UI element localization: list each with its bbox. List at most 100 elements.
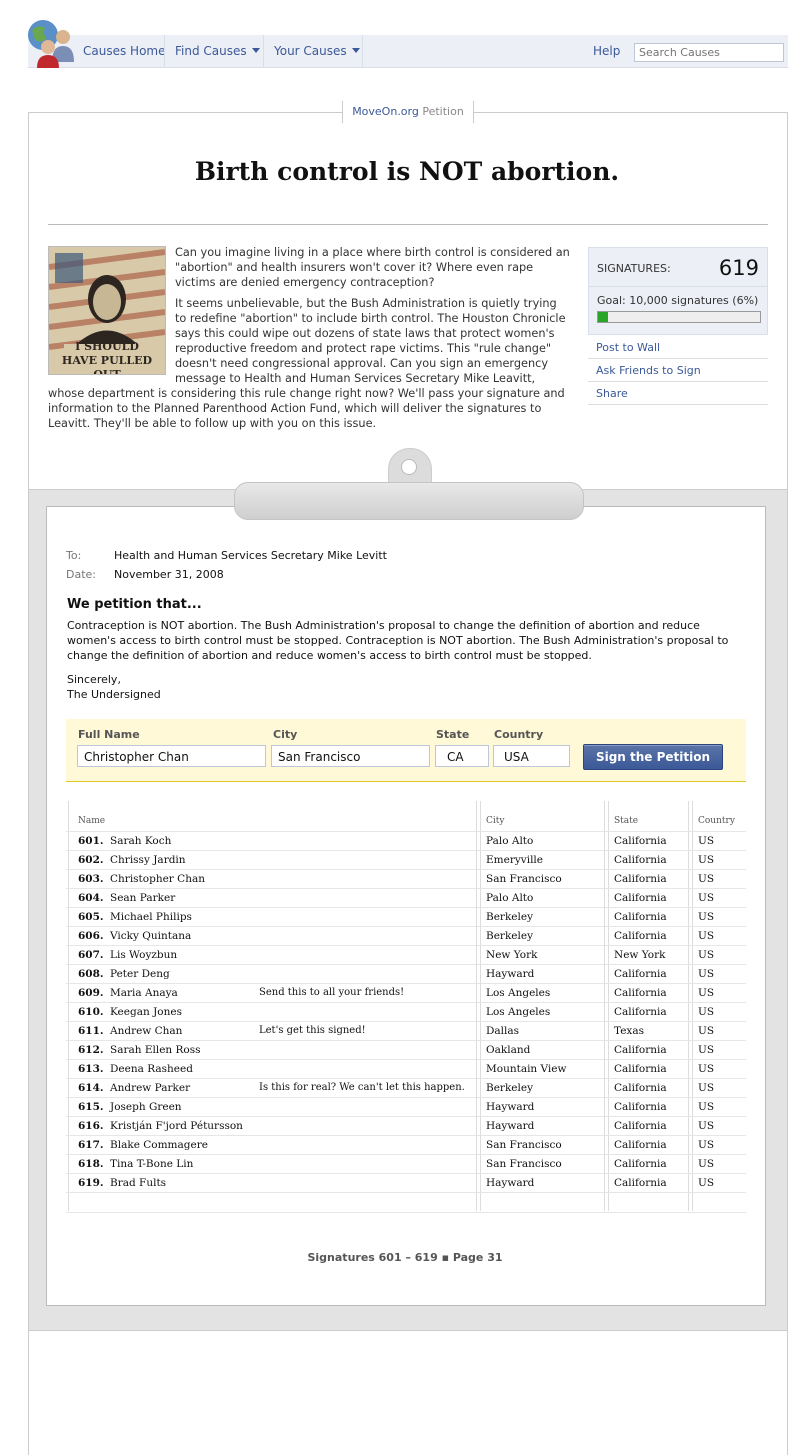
signer-number: 603. [78,873,104,885]
signer-name: Christopher Chan [110,873,205,885]
signer-state: California [614,873,667,885]
signer-number: 606. [78,930,104,942]
signer-state: California [614,911,667,923]
signer-country: US [698,1177,715,1189]
signer-name: Blake Commagere [110,1139,208,1151]
table-row: 602. Chrissy Jardin Emeryville California US [66,850,746,870]
table-row: 607. Lis Woyzbun New York New York US [66,945,746,965]
nav-separator [362,35,363,67]
signer-country: US [698,892,715,904]
signer-state: California [614,1082,667,1094]
table-row: 615. Joseph Green Hayward California US [66,1097,746,1117]
signer-country: US [698,930,715,942]
country-input[interactable]: USA [493,745,570,767]
to-label: To: [66,549,82,562]
column-header-country: Country [698,816,735,826]
signer-city: Dallas [486,1025,520,1037]
signer-name: Sarah Ellen Ross [110,1044,201,1056]
signer-country: US [698,987,715,999]
signer-city: Berkeley [486,1082,534,1094]
signer-number: 610. [78,1006,104,1018]
signer-city: Oakland [486,1044,531,1056]
signer-name: Sean Parker [110,892,176,904]
nav-separator [164,35,165,67]
signer-number: 613. [78,1063,104,1075]
table-row: 611. Andrew Chan Let's get this signed! Dal… [66,1021,746,1041]
table-row: 618. Tina T-Bone Lin San Francisco Californ… [66,1154,746,1174]
search-input[interactable] [634,43,784,62]
signer-city: Hayward [486,1101,535,1113]
post-to-wall-link[interactable]: Post to Wall [596,341,660,354]
signer-country: US [698,1082,715,1094]
table-row: 616. Kristján F'jord Pétursson Hayward Cali… [66,1116,746,1136]
table-row: 619. Brad Fults Hayward California US [66,1173,746,1193]
petition-poster-image: I SHOULD HAVE PULLED OUT [48,246,166,375]
signer-comment: Is this for real? We can't let this happ… [259,1082,465,1093]
divider [48,224,768,225]
signer-name: Kristján F'jord Pétursson [110,1120,243,1132]
signer-state: California [614,987,667,999]
signer-name: Joseph Green [110,1101,182,1113]
state-input[interactable]: CA [435,745,489,767]
table-row: 612. Sarah Ellen Ross Oakland California US [66,1040,746,1060]
signatures-label: SIGNATURES: [597,262,671,275]
page-title: Birth control is NOT abortion. [194,157,620,186]
signer-number: 611. [78,1025,104,1037]
table-row: 614. Andrew Parker Is this for real? We ca… [66,1078,746,1098]
signer-name: Peter Deng [110,968,170,980]
city-input[interactable]: San Francisco [271,745,430,767]
signer-number: 617. [78,1139,104,1151]
nav-find-causes[interactable]: Find Causes [175,35,260,67]
sign-petition-button[interactable]: Sign the Petition [583,744,723,770]
petition-text: Contraception is NOT abortion. The Bush … [67,619,729,662]
signer-state: New York [614,949,666,961]
signer-number: 616. [78,1120,104,1132]
signer-number: 619. [78,1177,104,1189]
date-label: Date: [66,568,96,581]
causes-logo-icon[interactable] [27,18,77,68]
signer-country: US [698,911,715,923]
signer-country: US [698,1025,715,1037]
signer-name: Michael Philips [110,911,192,923]
pagination-info: Signatures 601 – 619 ▪ Page 31 [307,1251,503,1264]
signer-number: 602. [78,854,104,866]
signer-state: California [614,892,667,904]
full-name-input[interactable]: Christopher Chan [77,745,266,767]
signer-state: California [614,968,667,980]
signer-name: Chrissy Jardin [110,854,186,866]
signer-number: 604. [78,892,104,904]
table-row: 605. Michael Philips Berkeley California US [66,907,746,927]
divider [588,381,768,382]
nav-find-causes-label: Find Causes [175,44,247,58]
table-row: 617. Blake Commagere San Francisco Californ… [66,1135,746,1155]
signer-state: California [614,1139,667,1151]
table-row-empty [66,1192,746,1213]
nav-causes-home[interactable]: Causes Home [83,35,165,67]
signer-city: Hayward [486,968,535,980]
signer-city: New York [486,949,538,961]
signer-city: Hayward [486,1120,535,1132]
share-link[interactable]: Share [596,387,628,400]
signer-name: Andrew Chan [110,1025,183,1037]
signer-comment: Send this to all your friends! [259,987,405,998]
signer-country: US [698,1158,715,1170]
nav-your-causes[interactable]: Your Causes [274,35,360,67]
signer-name: Lis Woyzbun [110,949,178,961]
signer-city: Berkeley [486,911,534,923]
petition-org-link[interactable]: MoveOn.org [352,105,419,118]
signer-city: Emeryville [486,854,544,866]
signer-city: San Francisco [486,1158,562,1170]
country-label: Country [494,728,544,741]
table-row: 606. Vicky Quintana Berkeley California US [66,926,746,946]
signer-name: Brad Fults [110,1177,167,1189]
signer-country: US [698,854,715,866]
signer-name: Tina T-Bone Lin [110,1158,194,1170]
signer-number: 605. [78,911,104,923]
divider [588,358,768,359]
signer-city: Los Angeles [486,987,551,999]
signer-state: California [614,1044,667,1056]
nav-help[interactable]: Help [593,35,620,67]
ask-friends-link[interactable]: Ask Friends to Sign [596,364,701,377]
signatures-count: 619 [718,256,759,280]
signer-name: Andrew Parker [110,1082,191,1094]
